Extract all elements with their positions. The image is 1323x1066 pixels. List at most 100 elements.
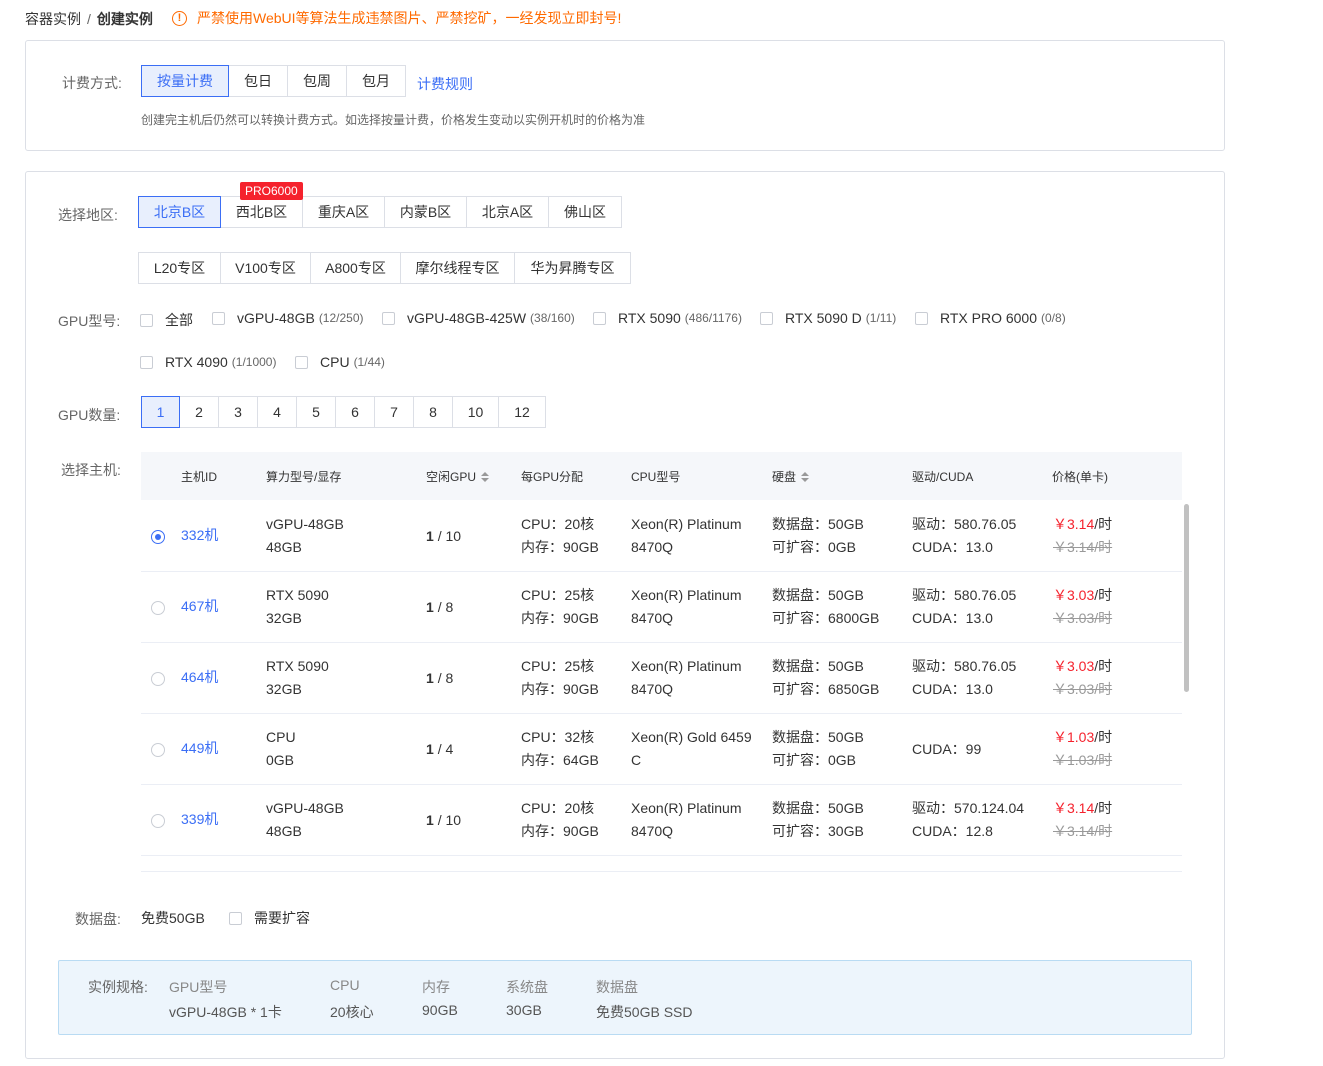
checkbox-icon[interactable] bbox=[593, 311, 606, 325]
region-badge: PRO6000 bbox=[240, 182, 303, 200]
price: ￥3.14/时 bbox=[1053, 797, 1112, 820]
gpu-model-name: 全部 bbox=[165, 312, 193, 328]
gpu-vram: 32GB bbox=[266, 610, 302, 626]
gpu-count-option-8[interactable]: 8 bbox=[413, 396, 453, 428]
region-options-row2: L20专区 V100专区 A800专区 摩尔线程专区 华为昇腾专区 bbox=[138, 252, 631, 284]
host-id-link[interactable]: 464机 bbox=[181, 667, 218, 687]
column-free-gpu-label: 空闲GPU bbox=[426, 470, 477, 484]
warning-banner: ! 严禁使用WebUI等算法生成违禁图片、严禁挖矿，一经发现立即封号! bbox=[172, 8, 621, 28]
host-radio[interactable] bbox=[151, 601, 165, 615]
gpu-count-option-10[interactable]: 10 bbox=[452, 396, 499, 428]
checkbox-icon[interactable] bbox=[760, 311, 773, 325]
region-label: 选择地区: bbox=[58, 207, 118, 223]
gpu-model-option-rtx-5090[interactable]: RTX 5090 (486/1176) bbox=[593, 310, 742, 326]
region-option-beijing-b[interactable]: 北京B区 bbox=[138, 196, 221, 228]
cuda-version: CUDA：13.0 bbox=[912, 539, 993, 555]
host-id-link[interactable]: 449机 bbox=[181, 738, 218, 758]
expandable-disk: 可扩容：6850GB bbox=[772, 681, 880, 697]
gpu-model-option-rtx-pro-6000[interactable]: RTX PRO 6000 (0/8) bbox=[915, 310, 1066, 326]
gpu-model-option-rtx-4090[interactable]: RTX 4090 (1/1000) bbox=[140, 354, 276, 370]
gpu-count-option-12[interactable]: 12 bbox=[498, 396, 546, 428]
region-option-v100[interactable]: V100专区 bbox=[220, 252, 311, 284]
free-gpu-count: 1 bbox=[426, 670, 434, 686]
billing-option-daily[interactable]: 包日 bbox=[228, 65, 288, 97]
gpu-model-option-vgpu-48gb-425w[interactable]: vGPU-48GB-425W (38/160) bbox=[382, 310, 575, 326]
billing-option-monthly[interactable]: 包月 bbox=[346, 65, 406, 97]
host-radio[interactable] bbox=[151, 743, 165, 757]
billing-rules-link[interactable]: 计费规则 bbox=[417, 74, 473, 94]
region-option-beijing-a[interactable]: 北京A区 bbox=[466, 196, 549, 228]
gpu-model-option-vgpu-48gb[interactable]: vGPU-48GB (12/250) bbox=[212, 310, 364, 326]
price: ￥3.03/时 bbox=[1053, 584, 1112, 607]
exclamation-circle-icon: ! bbox=[172, 10, 187, 26]
billing-option-weekly[interactable]: 包周 bbox=[287, 65, 347, 97]
table-row[interactable]: 467机 RTX 5090 32GB 1 / 8 CPU：25核 内存：90GB Xeon(… bbox=[141, 572, 1182, 643]
region-option-neimeng-b[interactable]: 内蒙B区 bbox=[384, 196, 467, 228]
cuda-version: CUDA：13.0 bbox=[912, 681, 993, 697]
host-id-link[interactable]: 467机 bbox=[181, 596, 218, 616]
cpu-model: Xeon(R) Platinum bbox=[631, 587, 742, 603]
gpu-count-option-7[interactable]: 7 bbox=[374, 396, 414, 428]
checkbox-icon[interactable] bbox=[915, 311, 928, 325]
checkbox-icon[interactable] bbox=[140, 355, 153, 369]
host-id-link[interactable]: 332机 bbox=[181, 525, 218, 545]
gpu-vram: 48GB bbox=[266, 823, 302, 839]
gpu-model-option-all[interactable]: 全部 bbox=[140, 310, 193, 330]
table-scrollbar-thumb[interactable] bbox=[1184, 504, 1189, 692]
column-disk[interactable]: 硬盘 bbox=[772, 468, 810, 485]
table-row[interactable]: 464机 RTX 5090 32GB 1 / 8 CPU：25核 内存：90GB Xeon(… bbox=[141, 643, 1182, 714]
sort-icon[interactable] bbox=[801, 471, 810, 482]
region-option-moore-threads[interactable]: 摩尔线程专区 bbox=[400, 252, 515, 284]
total-gpu-count: / 10 bbox=[437, 812, 462, 828]
region-option-chongqing-a[interactable]: 重庆A区 bbox=[302, 196, 385, 228]
checkbox-icon[interactable] bbox=[229, 911, 242, 925]
checkbox-icon[interactable] bbox=[212, 311, 225, 325]
spec-header-system-disk: 系统盘 bbox=[506, 979, 548, 995]
gpu-model-name: vGPU-48GB-425W bbox=[407, 310, 527, 326]
column-free-gpu[interactable]: 空闲GPU bbox=[426, 468, 490, 485]
host-radio[interactable] bbox=[151, 814, 165, 828]
gpu-model-option-rtx-5090-d[interactable]: RTX 5090 D (1/11) bbox=[760, 310, 896, 326]
checkbox-icon[interactable] bbox=[382, 311, 395, 325]
free-gpu: 1 / 10 bbox=[426, 525, 461, 548]
region-option-huawei-ascend[interactable]: 华为昇腾专区 bbox=[514, 252, 631, 284]
region-option-northwest-b[interactable]: 西北B区 bbox=[220, 196, 303, 228]
gpu-model-count: (38/160) bbox=[530, 311, 575, 325]
breadcrumb-parent[interactable]: 容器实例 bbox=[25, 11, 81, 27]
free-gpu: 1 / 8 bbox=[426, 667, 453, 690]
billing-option-hourly[interactable]: 按量计费 bbox=[141, 65, 229, 97]
gpu-model-count: (12/250) bbox=[318, 311, 364, 325]
region-option-a800[interactable]: A800专区 bbox=[310, 252, 401, 284]
table-row[interactable]: 449机 CPU 0GB 1 / 4 CPU：32核 内存：64GB Xeon(R) Gol… bbox=[141, 714, 1182, 785]
original-price: ￥3.14/时 bbox=[1053, 539, 1113, 555]
gpu-count-option-1[interactable]: 1 bbox=[141, 396, 180, 428]
price-unit: /时 bbox=[1094, 800, 1113, 816]
sort-icon[interactable] bbox=[481, 471, 490, 482]
checkbox-icon[interactable] bbox=[140, 313, 153, 327]
gpu-count-option-6[interactable]: 6 bbox=[335, 396, 375, 428]
host-radio[interactable] bbox=[151, 530, 165, 544]
gpu-model-option-cpu[interactable]: CPU (1/44) bbox=[295, 354, 385, 370]
region-option-l20[interactable]: L20专区 bbox=[138, 252, 221, 284]
gpu-count-option-5[interactable]: 5 bbox=[296, 396, 336, 428]
checkbox-icon[interactable] bbox=[295, 355, 308, 369]
host-id-link[interactable]: 339机 bbox=[181, 809, 218, 829]
table-row[interactable]: 332机 vGPU-48GB 48GB 1 / 10 CPU：20核 内存：90GB Xeo… bbox=[141, 501, 1182, 572]
data-disk-expand-option[interactable]: 需要扩容 bbox=[229, 908, 310, 928]
free-gpu-count: 1 bbox=[426, 599, 434, 615]
gpu-count-option-3[interactable]: 3 bbox=[218, 396, 258, 428]
column-per-gpu: 每GPU分配 bbox=[521, 470, 584, 484]
expandable-disk: 可扩容：0GB bbox=[772, 539, 857, 555]
spec-value-memory: 90GB bbox=[422, 1002, 458, 1018]
gpu-count-options: 1 2 3 4 5 6 7 8 10 12 bbox=[141, 396, 546, 428]
host-radio[interactable] bbox=[151, 672, 165, 686]
gpu-count-option-2[interactable]: 2 bbox=[179, 396, 219, 428]
column-driver-cuda: 驱动/CUDA bbox=[912, 470, 974, 484]
original-price: ￥3.03/时 bbox=[1053, 681, 1113, 697]
region-option-foshan[interactable]: 佛山区 bbox=[548, 196, 622, 228]
billing-options: 按量计费 包日 包周 包月 bbox=[141, 65, 406, 97]
breadcrumb-separator: / bbox=[87, 11, 91, 27]
table-row[interactable]: 339机 vGPU-48GB 48GB 1 / 10 CPU：20核 内存：90GB Xeo… bbox=[141, 785, 1182, 856]
gpu-count-option-4[interactable]: 4 bbox=[257, 396, 297, 428]
cuda-version: CUDA：99 bbox=[912, 741, 982, 757]
